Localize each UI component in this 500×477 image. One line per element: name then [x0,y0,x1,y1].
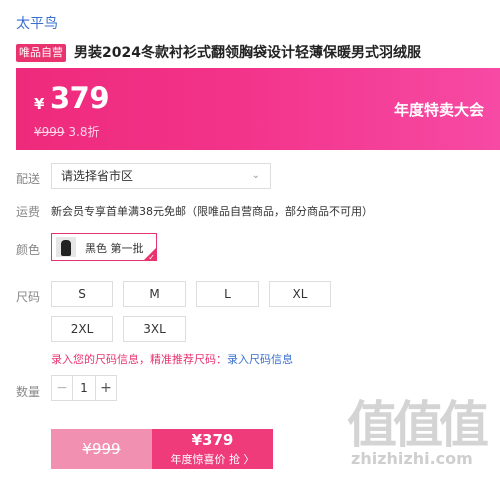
self-operated-badge: 唯品自营 [16,44,66,62]
size-prompt: 录入您的尺码信息，精准推荐尺码： [51,353,227,366]
color-label: 颜色 [16,243,41,257]
discount-rate: 3.8折 [68,125,100,139]
event-label: 年度特卖大会 [393,101,484,119]
increment-button[interactable]: + [95,376,116,400]
shipping-label: 运费 [16,205,41,219]
size-label: 尺码 [16,290,41,304]
size-option-l[interactable]: L [196,281,259,307]
shipping-info: 新会员专享首单满38元免邮（限唯品自营商品，部分商品不可用） [51,205,373,218]
original-price: ¥999 [34,125,65,139]
watermark: 值值值 zhizhizhi.com [343,385,493,475]
color-option-black[interactable]: 黑色 第一批 ✓ [51,233,157,262]
buy-cta-label: 年度惊喜价 抢 〉 [170,453,255,466]
delivery-label: 配送 [16,172,41,186]
buy-price: ¥379 [191,431,234,449]
size-info-line: 录入您的尺码信息，精准推荐尺码：录入尺码信息 [51,351,293,367]
check-icon: ✓ [148,253,155,262]
price-sub: ¥999 3.8折 [34,123,99,140]
original-price-button[interactable]: ¥999 [51,429,152,469]
price-currency: ¥ [34,95,45,113]
product-thumbnail [56,237,76,257]
brand-link[interactable]: 太平鸟 [16,13,58,33]
current-price: 379 [50,81,110,115]
buy-button-group: ¥999 ¥379 年度惊喜价 抢 〉 [51,429,273,469]
quantity-label: 数量 [16,385,41,399]
size-option-3xl[interactable]: 3XL [123,316,186,342]
watermark-glyphs: 值值值 [347,396,489,454]
size-info-link[interactable]: 录入尺码信息 [227,353,293,366]
chevron-down-icon: ⌄ [251,170,260,181]
size-option-s[interactable]: S [51,281,113,307]
color-option-label: 黑色 第一批 [85,242,144,255]
decrement-button[interactable]: − [52,376,73,400]
quantity-stepper: − 1 + [51,375,117,401]
size-option-2xl[interactable]: 2XL [51,316,113,342]
size-option-xl[interactable]: XL [269,281,331,307]
buy-original-price: ¥999 [82,440,121,458]
price-banner: ¥ 379 ¥999 3.8折 年度特卖大会 [16,68,500,150]
buy-now-button[interactable]: ¥379 年度惊喜价 抢 〉 [152,429,273,469]
region-select[interactable]: 请选择省市区 ⌄ [51,163,271,189]
quantity-input[interactable]: 1 [73,376,95,400]
product-title: 男装2024冬款衬衫式翻领胸袋设计轻薄保暖男式羽绒服 [74,45,421,61]
watermark-domain: zhizhizhi.com [351,449,473,468]
size-option-m[interactable]: M [123,281,186,307]
region-select-value: 请选择省市区 [61,169,134,183]
